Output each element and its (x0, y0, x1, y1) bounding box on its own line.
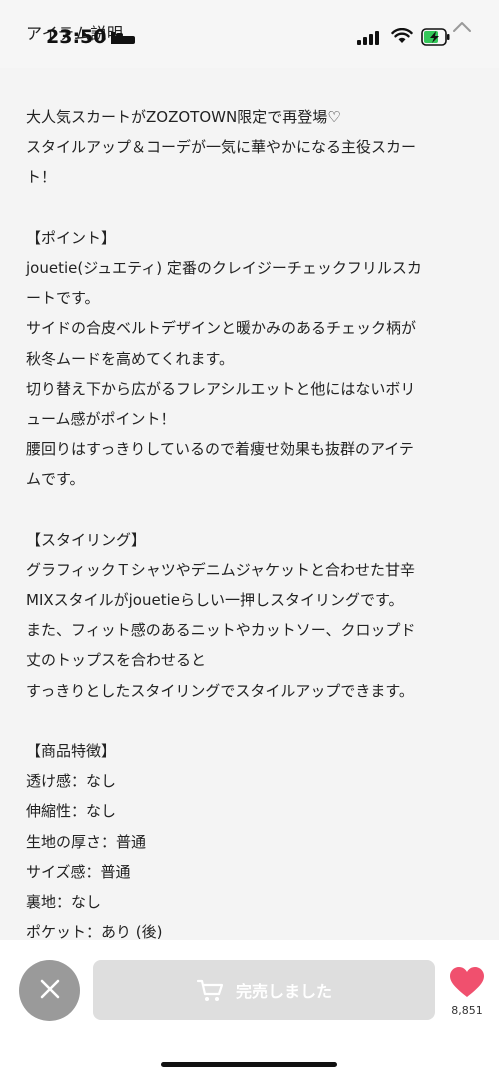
home-indicator (161, 1062, 337, 1067)
heart-icon (449, 967, 485, 1002)
description-line: 秋冬ムードを高めてくれます。 (26, 349, 235, 368)
description-line: 裏地：なし (26, 892, 102, 911)
status-bar: アイテム説明 23:50 (0, 0, 499, 68)
chevron-up-icon[interactable] (451, 18, 473, 38)
item-description-text: 大人気スカートがZOZOTOWN限定で再登場♡ スタイルアップ＆コーデが一気に華や… (26, 102, 476, 940)
description-line: すっきりとしたスタイリングでスタイルアップできます。 (26, 681, 414, 700)
description-line: ートです。 (26, 289, 100, 308)
signal-icon (357, 30, 381, 49)
favorite-button[interactable]: 8,851 (447, 966, 487, 1017)
description-line: ト！ (26, 168, 57, 187)
description-line: ポケット：あり (後) (26, 923, 163, 940)
description-line: スタイルアップ＆コーデが一気に華やかになる主役スカー (26, 138, 417, 157)
sleep-icon (111, 30, 135, 50)
item-description-panel[interactable]: 大人気スカートがZOZOTOWN限定で再登場♡ スタイルアップ＆コーデが一気に華や… (0, 68, 499, 940)
description-line: 【スタイリング】 (26, 530, 147, 549)
description-line: ムです。 (26, 470, 85, 489)
description-line: jouetie(ジュエティ) 定番のクレイジーチェックフリルスカ (26, 258, 422, 277)
sold-out-label: 完売しました (235, 982, 332, 1001)
description-line: 生地の厚さ：普通 (26, 832, 147, 851)
battery-icon (421, 28, 451, 50)
close-button[interactable] (19, 960, 80, 1021)
description-line: 切り替え下から広がるフレアシルエットと他にはないボリ (26, 379, 416, 398)
close-icon (38, 977, 62, 1005)
description-line: 【商品特徴】 (26, 741, 117, 760)
description-line: サイズ感：普通 (26, 862, 131, 881)
favorite-count: 8,851 (451, 1004, 483, 1017)
bottom-action-bar: 完売しました 8,851 (0, 940, 499, 1080)
description-line: 【ポイント】 (26, 228, 117, 247)
sold-out-button[interactable]: 完売しました (93, 960, 435, 1020)
description-blank-line (26, 193, 476, 223)
description-blank-line (26, 706, 476, 736)
description-line: 大人気スカートがZOZOTOWN限定で再登場♡ (26, 108, 341, 126)
description-line: MIXスタイルがjouetieらしい一押しスタイリングです。 (26, 591, 404, 609)
description-line: また、フィット感のあるニットやカットソー、クロップド (26, 621, 416, 640)
description-line: ューム感がポイント！ (26, 409, 176, 428)
description-line: 伸縮性：なし (26, 802, 117, 821)
description-line: 丈のトップスを合わせると (26, 651, 207, 670)
description-blank-line (26, 494, 476, 524)
description-line: 腰回りはすっきりしているので着痩せ効果も抜群のアイテ (26, 440, 414, 459)
status-time: 23:50 (46, 26, 107, 48)
description-line: 透け感：なし (26, 772, 117, 791)
description-line: グラフィックＴシャツやデニムジャケットと合わせた甘辛 (26, 560, 415, 579)
cart-icon (196, 978, 224, 1002)
wifi-icon (391, 27, 413, 48)
description-line: サイドの合皮ベルトデザインと暖かみのあるチェック柄が (26, 319, 417, 338)
